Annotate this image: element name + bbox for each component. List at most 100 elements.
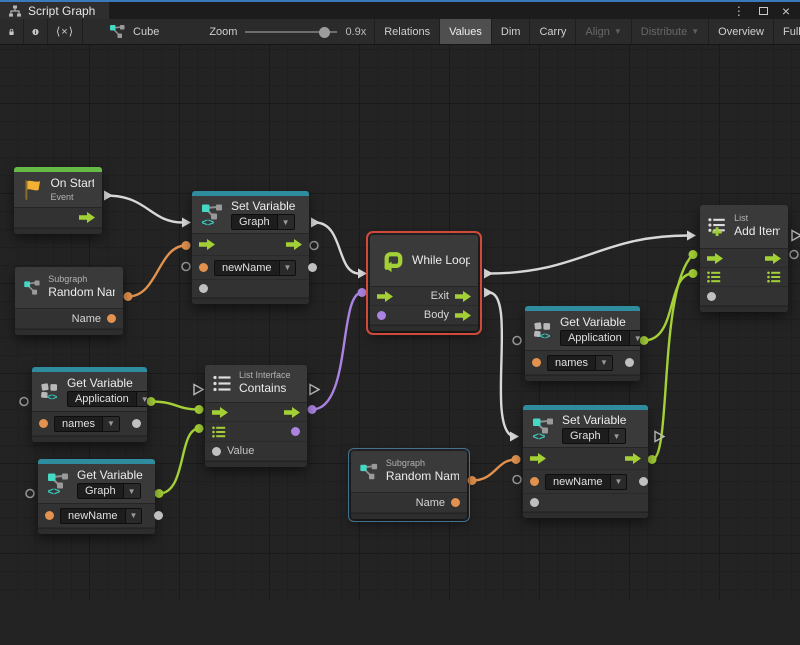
wire-newname-to-contains-value[interactable] xyxy=(159,429,199,494)
flow-output-port[interactable] xyxy=(284,407,300,418)
body-port-label: Body xyxy=(424,309,449,321)
flow-target-arrow xyxy=(687,231,696,241)
node-title: While Loop xyxy=(412,253,470,269)
node-subgraph-left[interactable]: Subgraph Random Name Name xyxy=(15,267,123,335)
values-button[interactable]: Values xyxy=(440,19,492,44)
svg-text:<>: <> xyxy=(202,217,215,227)
window-menu-icon[interactable]: ⋮ xyxy=(733,5,745,17)
node-contains[interactable]: List Interface Contains Value xyxy=(205,365,307,467)
flow-source-arrow xyxy=(484,269,493,279)
name-input-port[interactable] xyxy=(532,358,541,367)
node-get-names-left[interactable]: <> Get Variable Application▼ names▼ xyxy=(32,367,147,442)
flow-input-port[interactable] xyxy=(530,453,546,464)
edit-code-button[interactable]: ⟨×⟩ xyxy=(48,19,83,44)
list-input-port[interactable] xyxy=(212,426,226,438)
string-output-port[interactable] xyxy=(107,314,116,323)
node-set-variable-top[interactable]: <> Set Variable Graph▼ newName▼ xyxy=(192,191,309,304)
wire-exit-to-additem[interactable] xyxy=(489,236,688,274)
variable-dropdown[interactable]: names▼ xyxy=(54,416,120,432)
item-input-port[interactable] xyxy=(707,292,716,301)
scope-dropdown[interactable]: Graph▼ xyxy=(562,428,626,444)
list-output-port[interactable] xyxy=(767,271,781,283)
fallback-input-port[interactable] xyxy=(530,498,539,507)
condition-input-port[interactable] xyxy=(377,311,386,320)
relations-button[interactable]: Relations xyxy=(374,19,440,44)
tab-script-graph[interactable]: Script Graph xyxy=(0,2,109,19)
dropdown-caret-icon: ▼ xyxy=(608,429,625,443)
variable-dropdown[interactable]: names▼ xyxy=(547,355,613,371)
scope-dropdown[interactable]: Application▼ xyxy=(560,330,640,346)
value-output-port[interactable] xyxy=(308,263,317,272)
output-port-label: Name xyxy=(72,313,101,325)
scope-dropdown[interactable]: Application▼ xyxy=(67,391,147,407)
maximize-icon[interactable] xyxy=(759,7,768,15)
node-title: Get Variable xyxy=(67,376,139,392)
string-output-port[interactable] xyxy=(451,498,460,507)
graph-target[interactable]: Cube xyxy=(101,19,167,44)
overview-button[interactable]: Overview xyxy=(709,19,774,44)
value-port-label: Value xyxy=(227,445,254,457)
flow-output-port[interactable] xyxy=(79,212,95,223)
flow-input-port[interactable] xyxy=(707,253,723,264)
value-input-port[interactable] xyxy=(212,447,221,456)
zoom-slider-handle[interactable] xyxy=(319,27,330,38)
target-label: Cube xyxy=(133,26,159,38)
name-input-port[interactable] xyxy=(39,419,48,428)
node-title: Contains xyxy=(239,381,291,397)
wire-name-to-setvariable-right[interactable] xyxy=(472,460,516,481)
scope-dropdown[interactable]: Graph▼ xyxy=(231,214,295,230)
carry-button[interactable]: Carry xyxy=(530,19,576,44)
flow-output-port[interactable] xyxy=(765,253,781,264)
zoom-value: 0.9x xyxy=(345,26,366,38)
fallback-input-port[interactable] xyxy=(199,284,208,293)
node-set-variable-right[interactable]: <> Set Variable Graph▼ newName▼ xyxy=(523,405,648,518)
node-get-newname-left[interactable]: <> Get Variable Graph▼ newName▼ xyxy=(38,459,155,534)
node-get-names-right[interactable]: <> Get Variable Application▼ names▼ xyxy=(525,306,640,381)
value-output-port[interactable] xyxy=(625,358,634,367)
value-output-port[interactable] xyxy=(132,419,141,428)
graph-canvas[interactable]: On Start Event Subgraph Random Name Name xyxy=(0,45,800,600)
distribute-button[interactable]: Distribute▼ xyxy=(632,19,709,44)
scope-dropdown[interactable]: Graph▼ xyxy=(77,483,141,499)
dropdown-caret-icon: ▼ xyxy=(629,331,640,345)
wire-names-to-contains-list[interactable] xyxy=(151,402,199,410)
node-while-loop[interactable]: While Loop Exit Body xyxy=(370,235,478,331)
wire-setvariable-right-to-additem[interactable] xyxy=(652,255,693,460)
dim-button[interactable]: Dim xyxy=(492,19,531,44)
zoom-slider[interactable] xyxy=(245,31,337,33)
flow-input-port[interactable] xyxy=(212,407,228,418)
info-button[interactable] xyxy=(24,19,48,44)
exit-flow-output-port[interactable] xyxy=(455,291,471,302)
wire-name-to-setvariable[interactable] xyxy=(128,246,186,297)
fullscreen-button[interactable]: Full Screen xyxy=(774,19,800,44)
variable-dropdown[interactable]: newName▼ xyxy=(545,474,627,490)
get-variable-icon: <> xyxy=(533,319,553,343)
wire-body-to-setvariable-right[interactable] xyxy=(489,293,511,436)
node-subgraph-bottom[interactable]: Subgraph Random Name Name xyxy=(351,451,467,519)
wire-setvariable-to-whileloop[interactable] xyxy=(315,223,359,274)
node-on-start[interactable]: On Start Event xyxy=(14,167,102,234)
wire-names-right-to-additem[interactable] xyxy=(644,274,693,341)
body-flow-output-port[interactable] xyxy=(455,310,471,321)
info-icon xyxy=(32,25,39,39)
result-output-port[interactable] xyxy=(291,427,300,436)
variable-dropdown[interactable]: newName▼ xyxy=(60,508,142,524)
list-input-port[interactable] xyxy=(707,271,721,283)
graph-icon xyxy=(8,5,22,17)
value-output-port[interactable] xyxy=(154,511,163,520)
name-input-port[interactable] xyxy=(45,511,54,520)
wire-onstart-to-setvariable[interactable] xyxy=(106,196,183,223)
variable-dropdown[interactable]: newName▼ xyxy=(214,260,296,276)
flow-output-port[interactable] xyxy=(286,239,302,250)
close-icon[interactable]: × xyxy=(782,4,790,18)
flow-input-port[interactable] xyxy=(377,291,393,302)
value-input-port[interactable] xyxy=(530,477,539,486)
flow-input-port[interactable] xyxy=(199,239,215,250)
flow-output-port[interactable] xyxy=(625,453,641,464)
value-input-port[interactable] xyxy=(199,263,208,272)
lock-button[interactable] xyxy=(0,19,24,44)
value-output-port[interactable] xyxy=(639,477,648,486)
wire-contains-to-while-condition[interactable] xyxy=(312,293,362,410)
align-button[interactable]: Align▼ xyxy=(576,19,631,44)
node-add-item[interactable]: List Add Item xyxy=(700,205,788,312)
